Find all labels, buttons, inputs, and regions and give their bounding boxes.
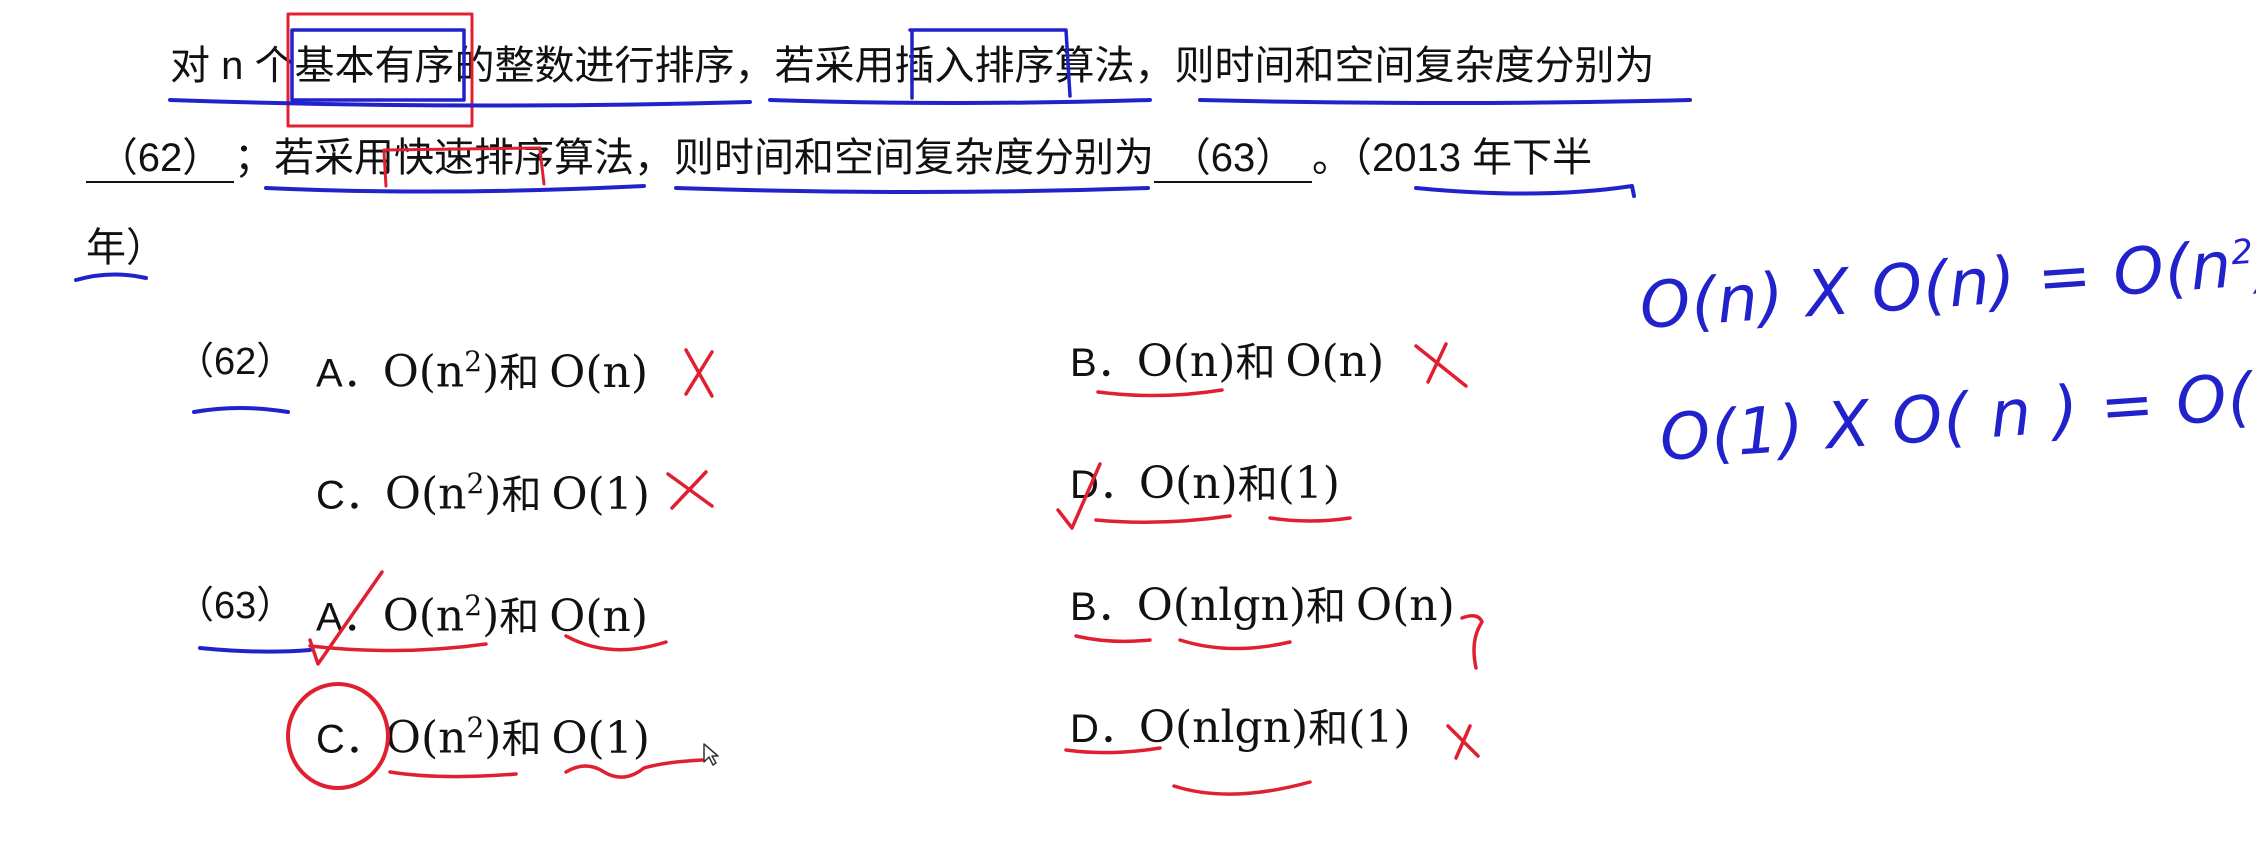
option-expr-right: ) [484,468,502,520]
blank-62: （62） [86,135,234,183]
option-sup: 2 [466,467,485,500]
handwritten-note-2: O(1) X O( n ) = O(n) [1657,356,2256,476]
option-expr-right: ) [484,712,502,764]
q62-option-b[interactable]: B．O(n)和 O(n) [1070,336,1384,389]
handwritten-note-1: O(n) X O(n) = O(n2) [1637,225,2256,344]
option-letter: C． [316,473,385,518]
option-expr-left: O(nlgn) [1136,580,1307,631]
q62-option-d[interactable]: D．O(n)和(1) [1070,458,1340,511]
mouse-cursor-icon [703,743,719,766]
option-join: 和 [1308,706,1349,752]
option-sup: 2 [464,345,483,378]
question-line-2: （62） ；若采用快速排序算法，则时间和空间复杂度分别为 （63） 。（2013 年下… [86,134,1592,183]
q62-option-c[interactable]: C．O(n2)和 O(1) [316,458,650,522]
question-line-3: 年） [86,224,166,272]
q63-option-c[interactable]: C．O(n2)和 O(1) [316,702,650,766]
option-expr-right: ) [482,346,500,398]
red-underline-q63-c1 [388,770,518,779]
note1-sup: 2 [2229,231,2256,274]
option-join: 和 [1306,584,1347,630]
red-wave-q63-b2 [1178,638,1292,651]
question-text-2: ；若采用快速排序算法，则时间和空间复杂度分别为 [234,136,1154,180]
q63-label: （63） [176,585,295,627]
red-wave-q63-d2 [1172,780,1312,796]
option-expr-left: O(n) [1138,458,1238,509]
underline-year [74,272,148,282]
red-x-q63-d [1446,724,1480,760]
red-underline-q62-d2 [1268,516,1352,523]
red-x-q63-b [1460,614,1484,670]
note2-text: O(1) X O( n ) = O(n) [1657,355,2256,476]
underline-q62 [192,406,290,414]
option-expr-left: O(n) [1136,336,1236,387]
question-text-2-end: 。（2013 年下半 [1312,136,1593,180]
option-expr-second: (1) [1348,702,1411,753]
underline-l1-b [768,98,1152,105]
option-expr-left: O(nlgn) [1138,702,1309,753]
underline-l1-c [1198,98,1692,105]
underline-l2-b [674,186,1150,194]
option-join: 和 [499,594,540,641]
option-letter: B． [1070,341,1137,385]
q62-option-a[interactable]: A．O(n2)和 O(n) [316,336,648,400]
red-x-q62-a [684,348,714,398]
option-join: 和 [499,350,540,397]
question-text-3: 年） [86,226,166,270]
option-join: 和 [1235,340,1276,386]
blank-63: （63） [1154,135,1312,183]
option-expr-left: O(n [384,468,467,520]
option-expr-left: O(n [382,346,465,398]
q63-option-b[interactable]: B．O(nlgn)和 O(n) [1070,580,1455,633]
underline-l1-a [168,98,752,108]
option-join: 和 [501,716,542,763]
option-expr-left: O(n [382,590,465,642]
option-letter: A． [316,351,383,396]
option-expr-second: O(1) [551,468,650,520]
option-sup: 2 [464,589,483,622]
red-underline-q62-d1 [1094,514,1232,524]
option-expr-second: O(n) [549,590,649,642]
option-letter: C． [316,717,385,762]
option-sup: 2 [466,711,485,744]
question-text-1: 对 n 个基本有序的整数进行排序，若采用插入排序算法，则时间和空间复杂度分别为 [170,44,1655,88]
option-letter: D． [1070,463,1139,507]
option-letter: D． [1070,707,1139,751]
red-x-q62-c [666,470,714,510]
note1-part-a: O(n) X O(n) = O(n [1637,228,2235,344]
red-x-q62-b [1414,342,1468,388]
option-expr-second: O(1) [551,712,650,764]
option-expr-second: O(n) [1285,336,1385,387]
document-page: 对 n 个基本有序的整数进行排序，若采用插入排序算法，则时间和空间复杂度分别为 … [0,0,2256,844]
option-expr-right: ) [482,590,500,642]
underline-l2-a [264,184,646,194]
red-underline-q63-b1 [1074,634,1152,644]
red-underline-q62-b [1096,388,1224,398]
red-underline-q63-a1 [308,642,488,653]
option-expr-second: O(n) [1356,580,1455,631]
option-expr-second: O(n) [549,346,649,398]
underline-l2-c [1414,184,1636,198]
option-letter: A． [316,595,383,640]
option-join: 和 [501,472,542,519]
option-letter: B． [1070,585,1137,629]
underline-q63 [198,646,312,654]
q63-option-a[interactable]: A．O(n2)和 O(n) [316,580,648,644]
q63-option-d[interactable]: D．O(nlgn)和(1) [1070,702,1411,755]
option-join: 和 [1237,462,1278,508]
option-expr-left: O(n [384,712,467,764]
question-line-1: 对 n 个基本有序的整数进行排序，若采用插入排序算法，则时间和空间复杂度分别为 [170,42,1654,90]
option-expr-second: (1) [1277,458,1340,509]
q62-label: （62） [176,341,295,383]
